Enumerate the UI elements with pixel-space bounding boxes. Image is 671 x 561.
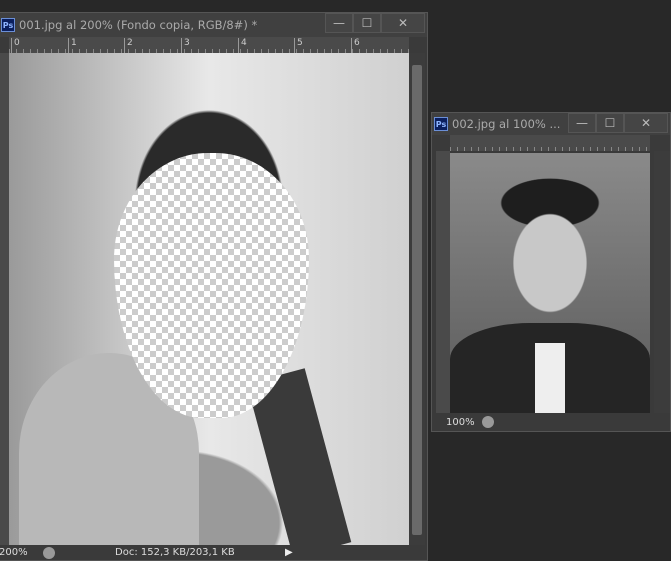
photoshop-icon: Ps xyxy=(1,18,15,32)
ruler-label: 6 xyxy=(351,38,360,53)
doc-info: Doc: 152,3 KB/203,1 KB xyxy=(115,547,235,558)
status-bar: 200% Doc: 152,3 KB/203,1 KB ▶ xyxy=(0,545,427,560)
ruler-label: 4 xyxy=(238,38,247,53)
bow-tie xyxy=(535,343,565,413)
maximize-button[interactable]: ☐ xyxy=(353,13,381,33)
maximize-button[interactable]: ☐ xyxy=(596,113,624,133)
ruler-label: 0 xyxy=(11,38,20,53)
horizontal-ruler xyxy=(450,135,650,151)
horizontal-ruler: 0 1 2 3 4 5 6 xyxy=(9,37,409,53)
zoom-level[interactable]: 200% xyxy=(0,547,43,558)
image-canvas-man[interactable] xyxy=(450,153,650,413)
photoshop-icon: Ps xyxy=(434,117,448,131)
status-bar: 100% xyxy=(432,413,670,431)
minimize-button[interactable]: — xyxy=(325,13,353,33)
image-canvas-woman[interactable] xyxy=(9,53,409,547)
minimize-button[interactable]: — xyxy=(568,113,596,133)
ruler-label: 1 xyxy=(68,38,77,53)
document-title: 001.jpg al 200% (Fondo copia, RGB/8#) * xyxy=(19,18,258,32)
document-title: 002.jpg al 100% ... xyxy=(452,117,561,131)
status-icon[interactable] xyxy=(482,416,494,428)
ruler-label: 2 xyxy=(124,38,133,53)
ruler-label: 5 xyxy=(294,38,303,53)
zoom-level[interactable]: 100% xyxy=(432,417,482,428)
vertical-ruler xyxy=(436,151,450,413)
close-button[interactable]: ✕ xyxy=(381,13,425,33)
vertical-ruler xyxy=(0,53,9,547)
document-window-001: Ps 001.jpg al 200% (Fondo copia, RGB/8#)… xyxy=(0,12,428,561)
status-menu-arrow-icon[interactable]: ▶ xyxy=(285,547,293,558)
document-window-002: Ps 002.jpg al 100% ... — ☐ ✕ 100% xyxy=(431,112,671,432)
vertical-scrollbar[interactable] xyxy=(409,53,425,547)
status-icon[interactable] xyxy=(43,546,55,559)
close-button[interactable]: ✕ xyxy=(624,113,668,133)
scrollbar-thumb[interactable] xyxy=(412,65,422,535)
ruler-label: 3 xyxy=(181,38,190,53)
vertical-scrollbar[interactable] xyxy=(654,151,670,413)
title-bar[interactable]: Ps 002.jpg al 100% ... — ☐ ✕ xyxy=(432,113,670,135)
title-bar[interactable]: Ps 001.jpg al 200% (Fondo copia, RGB/8#)… xyxy=(0,13,427,37)
